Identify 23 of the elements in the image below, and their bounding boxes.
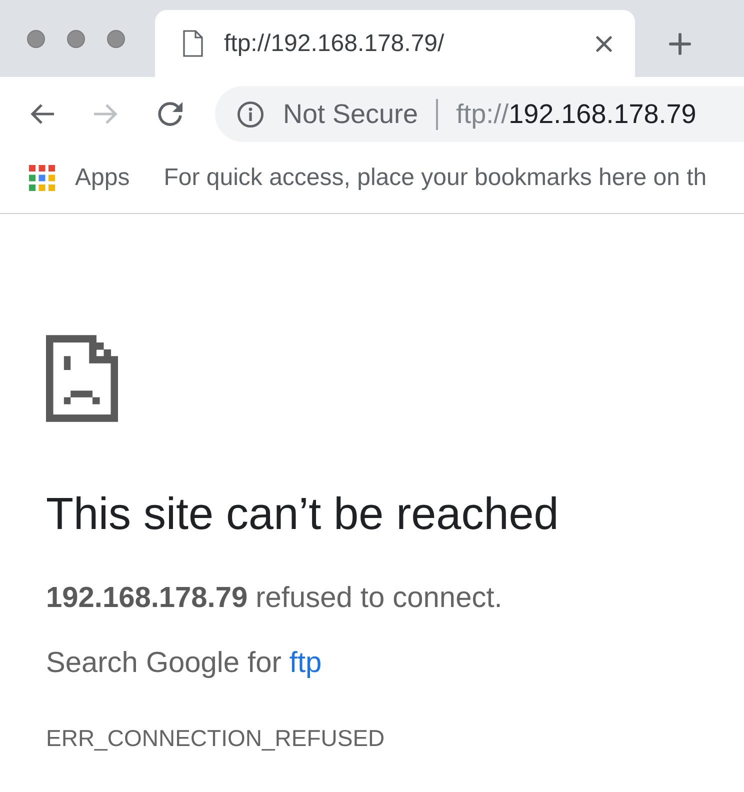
url-text: ftp://192.168.178.79: [456, 98, 696, 130]
window-control-icon[interactable]: [67, 30, 85, 48]
reload-icon: [156, 100, 184, 128]
address-bar[interactable]: Not Secure ftp://192.168.178.79: [215, 86, 744, 142]
arrow-left-icon: [29, 102, 55, 126]
arrow-right-icon: [93, 102, 119, 126]
close-icon: [596, 36, 612, 52]
sad-page-icon: [46, 335, 118, 422]
plus-icon: [669, 33, 691, 55]
apps-bookmark[interactable]: Apps: [22, 158, 137, 198]
error-message: 192.168.178.79 refused to connect.: [46, 581, 502, 616]
info-icon[interactable]: [237, 100, 264, 128]
window-control-icon[interactable]: [27, 30, 45, 48]
bookmarks-hint: For quick access, place your bookmarks here on th: [164, 164, 707, 192]
error-code: ERR_CONNECTION_REFUSED: [46, 724, 385, 753]
search-suggestion: Search Google for ftp: [46, 646, 322, 681]
security-label: Not Secure: [283, 98, 418, 130]
apps-grid-icon: [29, 164, 55, 190]
search-link[interactable]: ftp: [289, 647, 322, 679]
browser-tab[interactable]: ftp://192.168.178.79/: [155, 10, 635, 77]
page-icon: [183, 30, 203, 57]
window-control-icon[interactable]: [107, 30, 125, 48]
error-heading: This site can’t be reached: [46, 487, 559, 541]
